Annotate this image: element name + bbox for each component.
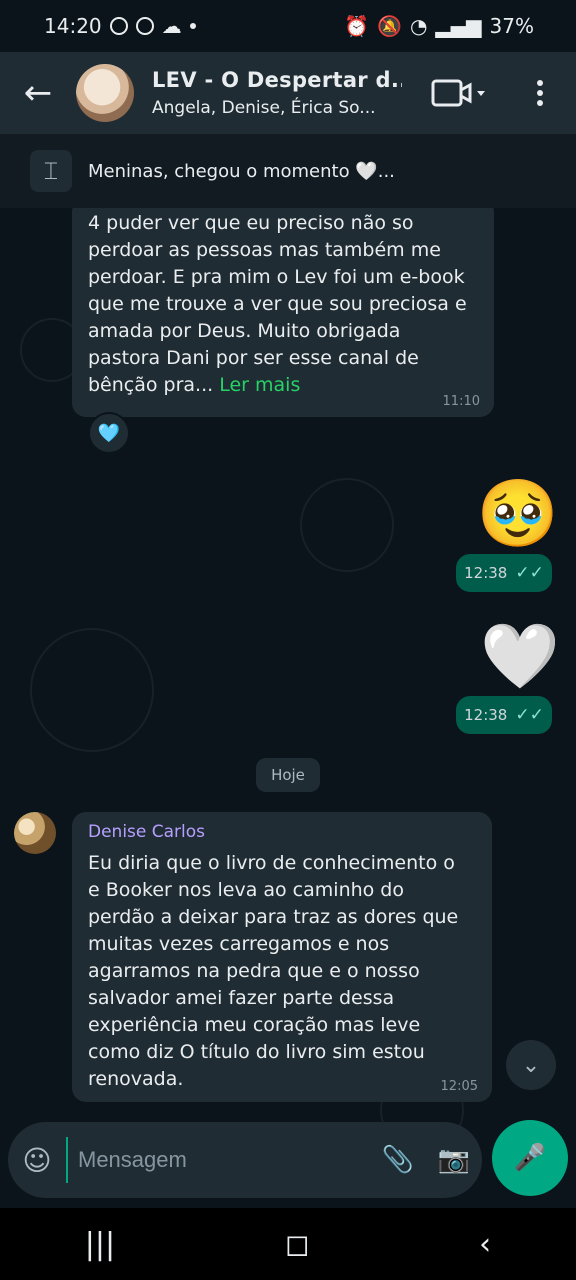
recent-apps-button[interactable]: ||| — [85, 1227, 115, 1262]
signal-icon: ▂▄▆ — [435, 14, 482, 38]
battery-label: 37% — [489, 14, 534, 38]
back-button[interactable]: ← — [0, 52, 76, 134]
back-nav-button[interactable]: ‹ — [479, 1227, 491, 1262]
voice-message-button[interactable]: 🎤 — [492, 1120, 568, 1196]
status-right: ⏰ 🔕 ◔ ▂▄▆ 37% — [344, 14, 534, 38]
wifi-icon: ◔ — [409, 14, 428, 38]
outgoing-time-pill: 12:38 ✓✓ — [456, 554, 552, 592]
message-composer: ☺ 📎 📷 — [8, 1122, 482, 1198]
mute-icon: 🔕 — [377, 14, 402, 38]
sticker-button[interactable]: ☺ — [8, 1122, 66, 1198]
wallpaper-doodle — [300, 478, 394, 572]
message-reaction[interactable]: 🩵 — [88, 412, 130, 454]
double-check-icon: ✓✓ — [515, 705, 544, 725]
sender-avatar[interactable] — [14, 812, 56, 854]
status-bar: 14:20 ☁ ⏰ 🔕 ◔ ▂▄▆ 37% — [0, 0, 576, 52]
more-vertical-icon — [537, 80, 543, 106]
chat-subtitle: Angela, Denise, Érica So... — [152, 98, 376, 118]
camera-icon: 📷 — [437, 1145, 471, 1175]
whatsapp-status-icon — [109, 17, 128, 35]
paperclip-icon: 📎 — [381, 1145, 415, 1175]
pinned-text: Meninas, chegou o momento 🤍... — [88, 160, 395, 182]
incoming-message-bubble[interactable]: 4 puder ver que eu preciso não so perdoa… — [72, 208, 494, 417]
outgoing-time-pill: 12:38 ✓✓ — [456, 696, 552, 734]
outgoing-time: 12:38 — [464, 564, 508, 582]
chat-header: ← LEV - O Despertar d... Angela, Denise,… — [0, 52, 576, 134]
message-text: 4 puder ver que eu preciso não so perdoa… — [88, 210, 468, 399]
status-time: 14:20 — [44, 14, 102, 38]
message-body: 4 puder ver que eu preciso não so perdoa… — [88, 212, 467, 396]
double-check-icon: ✓✓ — [515, 563, 544, 583]
camera-button[interactable]: 📷 — [426, 1122, 482, 1198]
read-more-link[interactable]: Ler mais — [219, 374, 300, 396]
message-input[interactable] — [66, 1137, 370, 1183]
alarm-icon: ⏰ — [344, 14, 370, 38]
notification-dot-icon — [189, 23, 196, 29]
message-time: 11:10 — [442, 394, 480, 409]
emoji-message[interactable]: 🥹 — [476, 472, 560, 556]
pin-icon: ⌶ — [30, 150, 72, 192]
cloud-status-icon: ☁ — [161, 14, 182, 38]
chat-title: LEV - O Despertar d... — [152, 68, 402, 92]
attach-button[interactable]: 📎 — [370, 1122, 426, 1198]
wallpaper-doodle — [30, 628, 154, 752]
message-text: Eu diria que o livro de conhecimento o e… — [88, 852, 459, 1090]
video-camera-icon — [431, 79, 485, 107]
emoji-message[interactable]: 🤍 — [480, 616, 560, 696]
incoming-message-bubble[interactable]: Denise Carlos Eu diria que o livro de co… — [72, 812, 492, 1102]
arrow-left-icon: ← — [23, 73, 53, 113]
more-options-button[interactable] — [520, 71, 560, 115]
pinned-message-bar[interactable]: ⌶ Meninas, chegou o momento 🤍... — [0, 134, 576, 209]
date-separator: Hoje — [256, 758, 320, 792]
chevron-double-down-icon: ⌄ — [521, 1052, 541, 1078]
home-button[interactable]: ◻ — [285, 1227, 310, 1262]
sender-name[interactable]: Denise Carlos — [88, 822, 205, 842]
outgoing-time: 12:38 — [464, 706, 508, 724]
sticker-icon: ☺ — [22, 1143, 52, 1177]
scroll-to-bottom-button[interactable]: ⌄ — [506, 1040, 556, 1090]
chat-area[interactable]: 4 puder ver que eu preciso não so perdoa… — [0, 208, 576, 1208]
message-time: 12:05 — [440, 1079, 478, 1094]
circle-status-icon — [135, 17, 154, 35]
microphone-icon: 🎤 — [513, 1143, 547, 1173]
group-avatar[interactable] — [76, 64, 134, 122]
chat-title-block[interactable]: LEV - O Despertar d... Angela, Denise, É… — [152, 68, 402, 118]
video-call-button[interactable] — [420, 71, 496, 115]
status-left: 14:20 ☁ — [44, 14, 196, 38]
system-navigation-bar: ||| ◻ ‹ — [0, 1208, 576, 1280]
